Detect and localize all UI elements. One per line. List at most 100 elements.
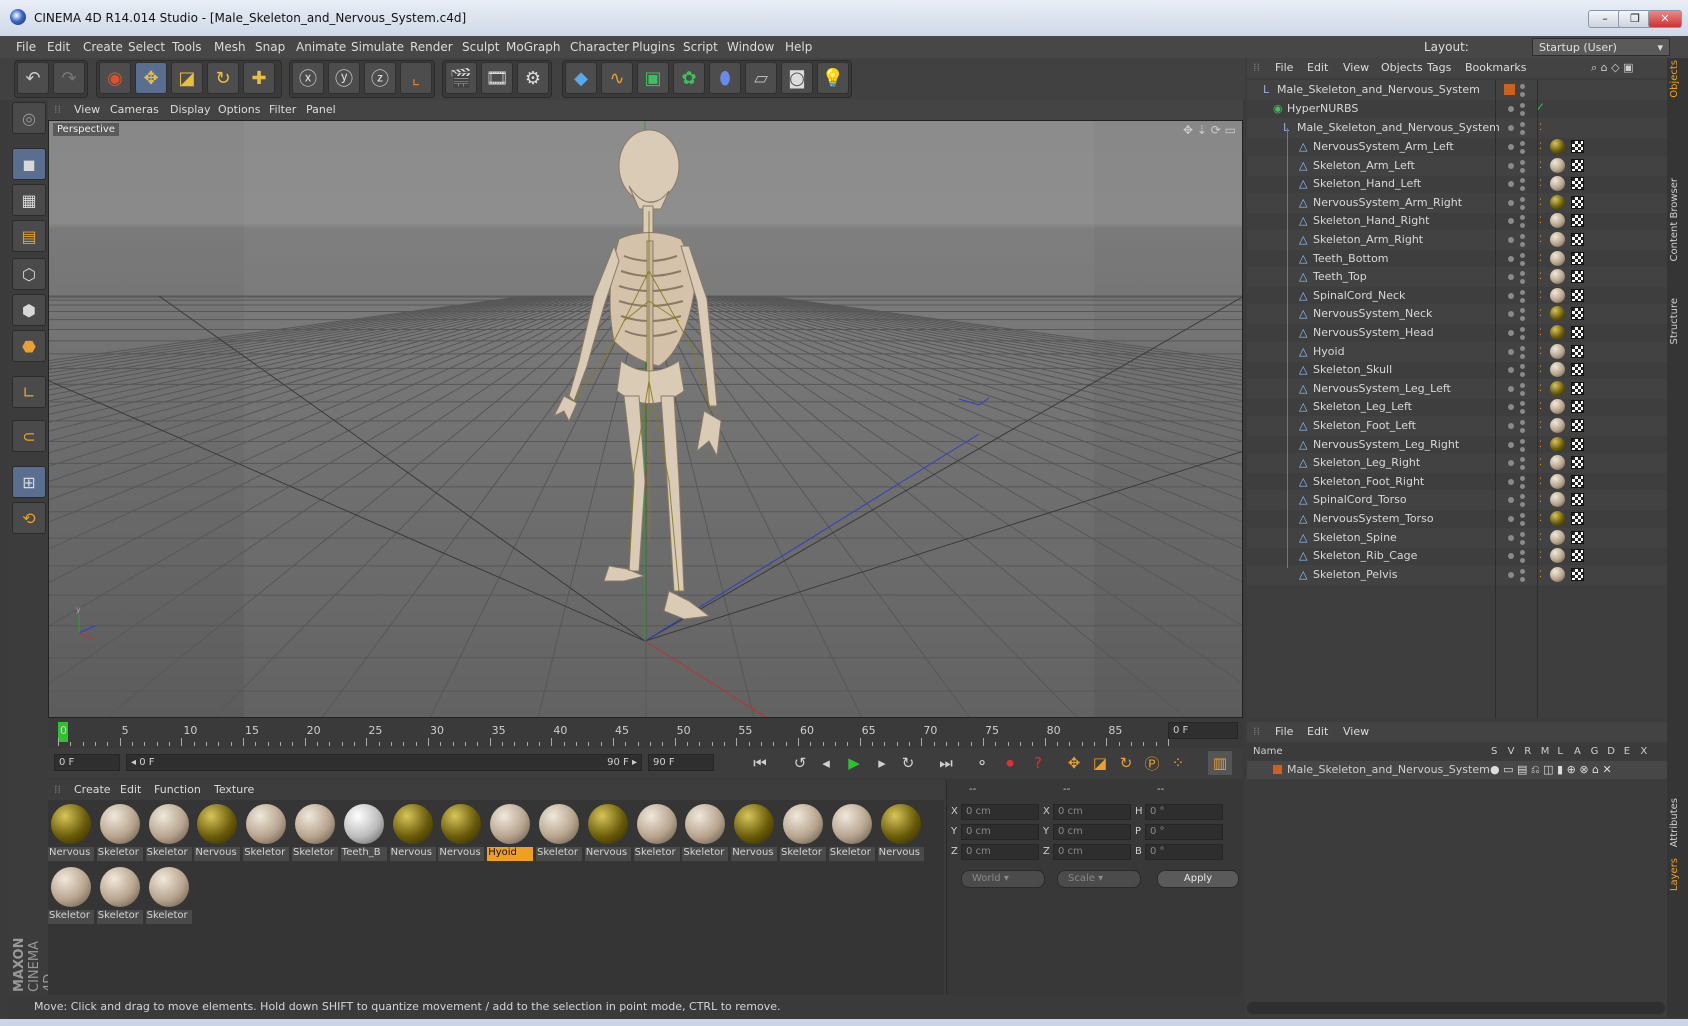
snap-magnet-icon[interactable]: ⊂ <box>12 420 46 452</box>
material-tag-icon[interactable] <box>1550 194 1565 210</box>
drag-handle-icon[interactable]: ⁞⁞ <box>54 103 61 116</box>
layer-name[interactable]: Male_Skeleton_and_Nervous_System <box>1287 763 1490 776</box>
uvw-tag-icon[interactable] <box>1571 530 1584 544</box>
uvw-tag-icon[interactable] <box>1571 567 1584 581</box>
material-tag-icon[interactable] <box>1550 380 1565 396</box>
object-row[interactable]: △ Skeleton_Arm_Left ⁚ <box>1247 155 1667 176</box>
object-menu-bookmarks[interactable]: Bookmarks <box>1465 61 1526 74</box>
uvw-tag-icon[interactable] <box>1571 326 1584 339</box>
object-row[interactable]: △ NervousSystem_Leg_Right ⁚ <box>1247 435 1667 455</box>
rotate-icon[interactable]: ↻ <box>207 62 239 94</box>
material-swatch[interactable]: Skeletor <box>536 802 582 862</box>
phong-tag-icon[interactable]: ⁚ <box>1539 347 1547 357</box>
viewport-menu-panel[interactable]: Panel <box>306 103 336 116</box>
render-visibility-dot[interactable] <box>1520 576 1525 582</box>
render-visibility-dot[interactable] <box>1520 186 1525 192</box>
coord-value-field[interactable]: 0 ° <box>1145 824 1223 840</box>
key-pla-icon[interactable]: ⁘ <box>1166 751 1190 775</box>
redo-icon[interactable]: ↷ <box>53 62 85 94</box>
coord-value-field[interactable]: 0 cm <box>1053 844 1131 860</box>
render-visibility-dot[interactable] <box>1520 242 1525 247</box>
render-visibility-dot[interactable] <box>1520 122 1525 127</box>
phong-tag-icon[interactable]: ⁚ <box>1539 421 1547 431</box>
render-visibility-dot[interactable] <box>1520 159 1525 165</box>
coord-value-field[interactable]: 0 cm <box>1053 804 1131 820</box>
x-axis-lock-icon[interactable]: ⓧ <box>292 62 324 94</box>
phong-tag-icon[interactable]: ⁚ <box>1539 495 1547 505</box>
render-visibility-dot[interactable] <box>1520 401 1525 407</box>
object-row[interactable]: L Male_Skeleton_and_Nervous_System <box>1247 80 1667 100</box>
coord-value-field[interactable]: 0 ° <box>1145 804 1223 820</box>
material-tag-icon[interactable] <box>1550 306 1565 322</box>
timeline-ruler[interactable]: 051015202530354045505560657075808590 <box>58 724 1184 746</box>
editor-visibility-dot[interactable] <box>1508 404 1514 411</box>
object-name[interactable]: Skeleton_Spine <box>1313 531 1397 544</box>
side-tab-attributes[interactable]: Attributes <box>1669 798 1686 847</box>
render-visibility-dot[interactable] <box>1520 316 1525 322</box>
render-visibility-dot[interactable] <box>1520 521 1525 526</box>
uvw-tag-icon[interactable] <box>1571 195 1584 209</box>
layer-color-tag[interactable] <box>1504 84 1515 95</box>
material-menu-edit[interactable]: Edit <box>120 783 141 796</box>
render-visibility-dot[interactable] <box>1520 279 1525 285</box>
model-mode-icon[interactable]: ◼ <box>12 148 46 180</box>
layer-column-d[interactable]: D <box>1607 746 1615 757</box>
render-visibility-dot[interactable] <box>1520 178 1525 184</box>
render-visibility-dot[interactable] <box>1520 308 1525 314</box>
layer-column-a[interactable]: A <box>1574 746 1581 757</box>
viewport-menu-options[interactable]: Options <box>218 103 260 116</box>
coord-value-field[interactable]: 0 cm <box>961 844 1039 860</box>
phong-tag-icon[interactable]: ⁚ <box>1539 533 1547 543</box>
material-tag-icon[interactable] <box>1550 269 1565 285</box>
object-name[interactable]: Skeleton_Arm_Right <box>1313 233 1423 246</box>
key-scale-icon[interactable]: ◪ <box>1088 751 1112 775</box>
viewport-perspective[interactable]: y Perspective ✥ ⇣ ⟳ ▭ <box>48 120 1243 718</box>
auto-keying-icon[interactable]: ⏺ <box>998 751 1022 775</box>
menu-character[interactable]: Character <box>570 40 629 54</box>
render-visibility-dot[interactable] <box>1520 335 1525 340</box>
render-visibility-dot[interactable] <box>1520 390 1525 396</box>
side-tab-content-browser[interactable]: Content Browser <box>1669 178 1686 261</box>
render-visibility-dot[interactable] <box>1520 558 1525 564</box>
coord-value-field[interactable]: 0 cm <box>961 824 1039 840</box>
coord-value-field[interactable]: 0 cm <box>961 804 1039 820</box>
phong-tag-icon[interactable]: ⁚ <box>1539 458 1547 468</box>
material-swatch[interactable]: Skeletor <box>145 802 192 862</box>
object-name[interactable]: Skeleton_Leg_Left <box>1313 400 1412 413</box>
layer-column-l[interactable]: L <box>1557 746 1563 757</box>
object-row[interactable]: △ NervousSystem_Arm_Right ⁚ <box>1247 192 1667 213</box>
render-visibility-dot[interactable] <box>1520 446 1525 452</box>
render-visibility-dot[interactable] <box>1520 420 1525 425</box>
phong-tag-icon[interactable]: ⁚ <box>1539 216 1547 226</box>
render-visibility-dot[interactable] <box>1520 215 1525 221</box>
uvw-tag-icon[interactable] <box>1571 288 1584 302</box>
object-row[interactable]: △ Skeleton_Rib_Cage ⁚ <box>1247 546 1667 566</box>
material-tag-icon[interactable] <box>1550 213 1565 229</box>
menu-snap[interactable]: Snap <box>255 40 285 54</box>
render-visibility-dot[interactable] <box>1520 271 1525 277</box>
object-name[interactable]: Teeth_Top <box>1313 270 1367 283</box>
make-editable-icon[interactable]: ◎ <box>12 102 46 134</box>
render-visibility-dot[interactable] <box>1520 531 1525 537</box>
material-swatch[interactable]: Skeletor <box>145 865 192 925</box>
editor-visibility-dot[interactable] <box>1508 497 1514 504</box>
object-row[interactable]: △ Skeleton_Leg_Right ⁚ <box>1247 453 1667 474</box>
phong-tag-icon[interactable]: ⁚ <box>1539 384 1547 394</box>
editor-visibility-dot[interactable] <box>1508 125 1514 131</box>
uvw-tag-icon[interactable] <box>1571 363 1584 377</box>
material-swatch[interactable]: Nervous <box>48 802 94 862</box>
object-name[interactable]: HyperNURBS <box>1287 102 1358 115</box>
layout-select[interactable]: Startup (User) ▾ <box>1532 38 1670 56</box>
z-axis-lock-icon[interactable]: ⓩ <box>364 62 396 94</box>
layer-column-g[interactable]: G <box>1591 746 1599 757</box>
object-name[interactable]: NervousSystem_Leg_Right <box>1313 438 1459 451</box>
material-tag-icon[interactable] <box>1550 139 1565 154</box>
goto-previous-key-icon[interactable]: ↺ <box>788 751 812 775</box>
editor-visibility-dot[interactable] <box>1508 460 1514 467</box>
side-tab-layers[interactable]: Layers <box>1669 858 1686 891</box>
viewport-nav-icons[interactable]: ✥ ⇣ ⟳ ▭ <box>1183 123 1236 137</box>
object-menu-file[interactable]: File <box>1275 61 1293 74</box>
material-swatch[interactable]: Teeth_B <box>340 802 387 862</box>
drag-handle-icon[interactable]: ⁞⁞ <box>1253 725 1260 738</box>
layer-horizontal-scrollbar[interactable] <box>1247 1002 1665 1014</box>
